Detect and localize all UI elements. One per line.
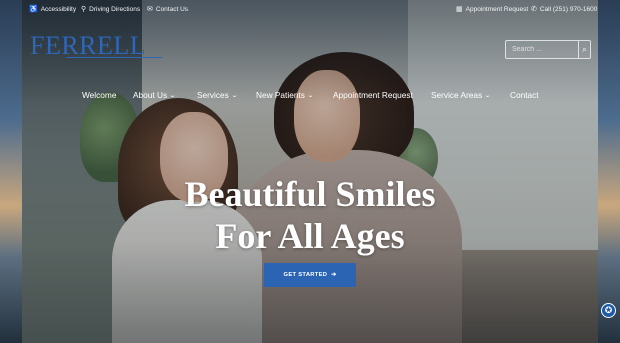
- nav-appointment-request-label: Appointment Request: [333, 90, 413, 100]
- utility-bar: ♿ Accessibility ⚲ Driving Directions ✉ C…: [0, 0, 620, 18]
- driving-directions-link[interactable]: ⚲ Driving Directions: [81, 6, 140, 13]
- chevron-down-icon: ⌄: [484, 92, 492, 99]
- search-icon: ⌕: [582, 44, 587, 54]
- logo-rule: [66, 57, 162, 65]
- phone-link[interactable]: ✆ Call (251) 970-1600: [531, 6, 597, 13]
- hero-headline-line-1: Beautiful Smiles: [184, 174, 436, 214]
- accessibility-link[interactable]: ♿ Accessibility: [29, 6, 76, 13]
- accessibility-widget-icon: ✪: [604, 305, 613, 315]
- appointment-request-label: Appointment Request: [465, 6, 529, 13]
- map-marker-icon: ⚲: [81, 6, 87, 13]
- phone-label: Call (251) 970-1600: [539, 6, 598, 13]
- arrow-right-icon: ➔: [331, 272, 337, 278]
- contact-us-label: Contact Us: [155, 6, 189, 13]
- nav-new-patients[interactable]: New Patients ⌄: [256, 90, 314, 100]
- main-nav: Welcome About Us ⌄ Services ⌄ New Patien…: [0, 90, 620, 104]
- accessibility-label: Accessibility: [40, 6, 77, 13]
- get-started-button[interactable]: GET STARTED ➔: [264, 263, 356, 287]
- chevron-down-icon: ⌄: [169, 92, 177, 99]
- background-sea-left: [0, 0, 22, 343]
- envelope-icon: ✉: [147, 6, 153, 13]
- nav-welcome-label: Welcome: [82, 90, 117, 100]
- chevron-down-icon: ⌄: [306, 92, 314, 99]
- nav-appointment-request[interactable]: Appointment Request: [333, 90, 413, 100]
- search-button[interactable]: ⌕: [578, 41, 590, 58]
- calendar-icon: ▦: [456, 6, 463, 13]
- chevron-down-icon: ⌄: [230, 92, 238, 99]
- driving-directions-label: Driving Directions: [89, 6, 141, 13]
- logo-wordmark: FERRELL: [30, 31, 147, 60]
- nav-about-us[interactable]: About Us ⌄: [133, 90, 177, 100]
- search-input[interactable]: [506, 41, 578, 58]
- logo[interactable]: FERRELL: [30, 33, 162, 69]
- contact-us-link[interactable]: ✉ Contact Us: [147, 6, 188, 13]
- nav-services-label: Services: [197, 90, 229, 100]
- get-started-label: GET STARTED: [283, 272, 328, 278]
- background-sea-right: [598, 0, 620, 343]
- nav-new-patients-label: New Patients: [256, 90, 305, 100]
- nav-service-areas[interactable]: Service Areas ⌄: [431, 90, 492, 100]
- nav-service-areas-label: Service Areas: [431, 90, 483, 100]
- appointment-request-link[interactable]: ▦ Appointment Request: [456, 6, 528, 13]
- nav-contact-label: Contact: [510, 90, 539, 100]
- accessibility-widget-button[interactable]: ✪: [601, 303, 616, 318]
- nav-welcome[interactable]: Welcome: [82, 90, 116, 100]
- nav-about-us-label: About Us: [133, 90, 168, 100]
- nav-services[interactable]: Services ⌄: [197, 90, 238, 100]
- search-form: ⌕: [505, 40, 591, 59]
- hero-headline: Beautiful Smiles For All Ages: [0, 173, 620, 257]
- accessibility-icon: ♿: [29, 6, 38, 13]
- nav-contact[interactable]: Contact: [510, 90, 539, 100]
- hero-headline-line-2: For All Ages: [215, 216, 405, 256]
- phone-icon: ✆: [531, 6, 537, 13]
